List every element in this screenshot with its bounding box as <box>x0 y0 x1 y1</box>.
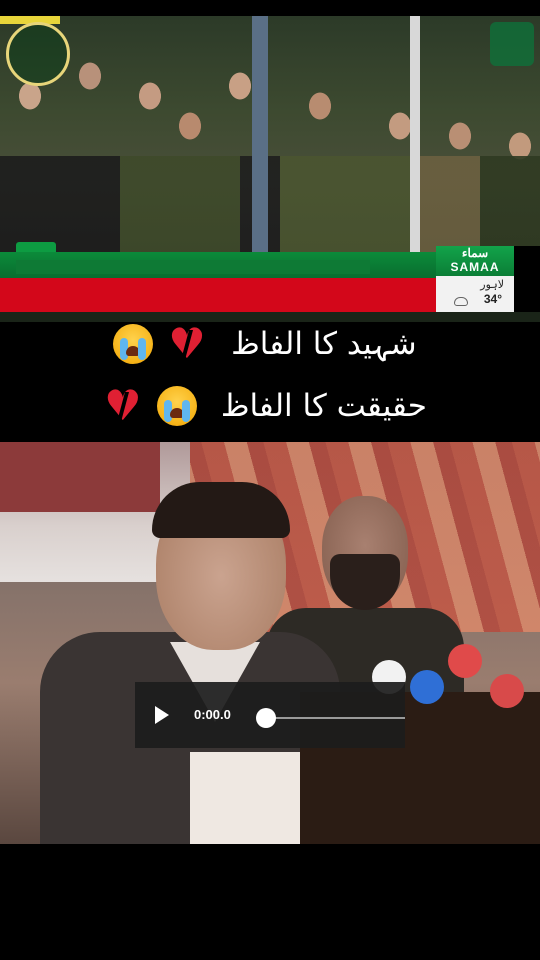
pakistan-day-logo-icon <box>490 22 534 66</box>
caption-text-1: شہید کا الفاظ <box>231 326 417 362</box>
caption-line-2: ♥ حقیقت کا الفاظ <box>0 385 540 427</box>
channel-name-urdu: سماء <box>461 246 489 260</box>
news-ticker-red <box>0 278 436 312</box>
stage-banner-red <box>0 442 160 512</box>
video-player-controls: 0:00.0 <box>135 682 405 748</box>
microphone-icon <box>410 670 444 704</box>
broken-heart-icon: ♥ <box>103 385 143 427</box>
microphone-icon <box>448 644 482 678</box>
loudly-crying-face-icon <box>113 324 154 364</box>
caption-line-1: ♥ شہید کا الفاظ <box>0 323 540 365</box>
playback-time: 0:00.0 <box>194 707 231 722</box>
seek-bar[interactable] <box>267 717 405 719</box>
stand-pillar <box>410 16 420 256</box>
weather-temperature: 34° <box>483 292 502 306</box>
frame-edge <box>514 246 540 312</box>
speaker-hair <box>152 482 290 538</box>
microphone-icon <box>490 674 524 708</box>
tv-news-clip: سماء SAMAA لاہور 34° <box>0 16 540 322</box>
speech-video[interactable] <box>0 442 540 844</box>
caption-text-2: حقیقت کا الفاظ <box>220 388 427 424</box>
weather-city: لاہور <box>480 278 504 291</box>
news-ticker-inner <box>16 260 370 274</box>
channel-logo: سماء SAMAA <box>436 246 514 276</box>
event-logo-icon <box>6 22 70 86</box>
stand-pillar <box>252 16 268 256</box>
seek-handle[interactable] <box>256 708 276 728</box>
channel-logo-box: سماء SAMAA لاہور 34° <box>436 246 514 312</box>
loudly-crying-face-icon <box>156 386 197 426</box>
play-icon[interactable] <box>155 706 169 724</box>
top-black-bar <box>0 0 540 16</box>
channel-name: SAMAA <box>450 260 500 274</box>
broken-heart-icon: ♥ <box>167 323 207 365</box>
military-officers-image <box>0 156 540 256</box>
cloud-icon <box>454 297 468 306</box>
